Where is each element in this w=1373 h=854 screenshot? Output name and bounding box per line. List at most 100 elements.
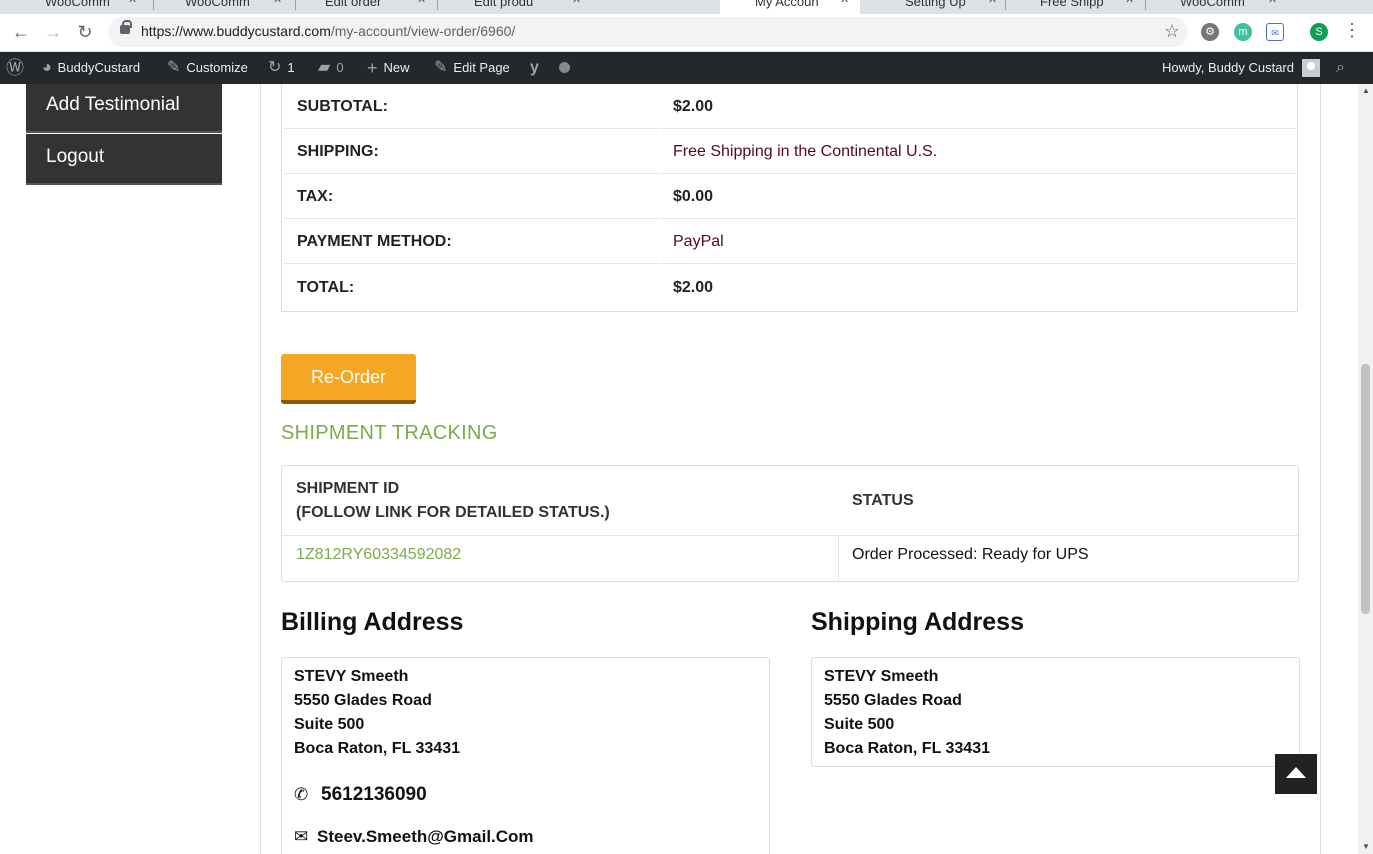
extension-gear-icon[interactable]: ⚙ <box>1201 23 1219 41</box>
scroll-down-arrow-icon[interactable]: ▼ <box>1362 842 1370 851</box>
billing-address-box: STEVY Smeeth 5550 Glades Road Suite 500 … <box>281 657 770 854</box>
tab-divider <box>153 0 154 10</box>
lock-icon <box>120 20 132 34</box>
back-arrow-icon[interactable]: ← <box>9 20 33 44</box>
search-icon[interactable]: ⌕ <box>1336 52 1345 84</box>
tab-title: WooComm <box>185 0 250 9</box>
shipment-id-header-line1: SHIPMENT ID <box>296 480 400 497</box>
edit-page-label: Edit Page <box>453 60 510 75</box>
close-icon[interactable]: ✕ <box>840 0 849 6</box>
browser-tab[interactable]: Free Shipp ✕ <box>1013 0 1143 14</box>
extension-card-icon[interactable]: ✉ <box>1266 23 1284 41</box>
bookmark-star-icon[interactable]: ☆ <box>1164 21 1180 42</box>
new-label: New <box>383 60 410 75</box>
browser-tab[interactable]: WooComm ✕ <box>20 0 140 14</box>
shipping-line1: 5550 Glades Road <box>824 692 962 709</box>
subtotal-label: SUBTOTAL: <box>284 86 658 129</box>
yoast-icon[interactable]: y <box>530 52 545 84</box>
new-content-link[interactable]: + New <box>367 52 410 84</box>
url-host: https://www.buddycustard.com <box>141 23 331 39</box>
howdy-greeting[interactable]: Howdy, Buddy Custard <box>1162 52 1294 84</box>
browser-tab-strip: WooComm ✕ WooComm ✕ Edit order ✕ Edit pr… <box>0 0 1373 14</box>
page-scrollbar[interactable]: ▲ ▼ <box>1358 84 1373 854</box>
more-menu-icon[interactable]: ⋮ <box>1343 20 1361 41</box>
table-row: TAX: $0.00 <box>284 176 1295 219</box>
pencil-icon: ✎ <box>434 59 448 76</box>
browser-tab-active[interactable]: My Accoun ✕ <box>720 0 860 14</box>
sidebar-item-add-testimonial[interactable]: Add Testimonial <box>26 84 222 133</box>
billing-address-title: Billing Address <box>281 608 464 636</box>
updates-count: 1 <box>287 60 295 75</box>
browser-tab[interactable]: Edit order ✕ <box>300 0 430 14</box>
profile-avatar[interactable]: S <box>1310 23 1328 41</box>
sidebar-item-label: Logout <box>46 146 105 167</box>
billing-email: Steev.Smeeth@Gmail.Com <box>317 827 534 846</box>
table-row: TOTAL: $2.00 <box>284 266 1295 309</box>
updates-link[interactable]: ↻ 1 <box>268 52 295 84</box>
forward-arrow-icon[interactable]: → <box>41 20 65 44</box>
close-icon[interactable]: ✕ <box>128 0 137 6</box>
user-avatar-icon[interactable] <box>1302 59 1320 77</box>
table-row: SUBTOTAL: $2.00 <box>284 86 1295 129</box>
close-icon[interactable]: ✕ <box>417 0 426 6</box>
order-totals-table: SUBTOTAL: $2.00 SHIPPING: Free Shipping … <box>281 84 1298 312</box>
scrollbar-thumb[interactable] <box>1361 364 1370 614</box>
edit-page-link[interactable]: ✎ Edit Page <box>434 52 510 84</box>
shipping-city: Boca Raton, FL 33431 <box>824 740 990 757</box>
updates-icon: ↻ <box>268 59 282 76</box>
reorder-button[interactable]: Re-Order <box>281 354 416 404</box>
billing-line1: 5550 Glades Road <box>294 692 432 709</box>
profile-initial: S <box>1315 26 1323 38</box>
url-text: https://www.buddycustard.com/my-account/… <box>141 23 515 39</box>
scroll-up-arrow-icon[interactable]: ▲ <box>1362 86 1370 95</box>
comment-icon: ▰ <box>318 59 331 76</box>
browser-tab[interactable]: Setting Up ✕ <box>870 0 1005 14</box>
shipping-address-title: Shipping Address <box>811 608 1024 636</box>
shipment-id-header: SHIPMENT ID (FOLLOW LINK FOR DETAILED ST… <box>296 477 610 525</box>
scroll-to-top-button[interactable] <box>1275 754 1317 794</box>
sidebar-item-label: Add Testimonial <box>46 94 180 115</box>
comments-count: 0 <box>336 60 344 75</box>
dashboard-icon: ◕ <box>42 59 52 76</box>
browser-tab[interactable]: Edit produ ✕ <box>444 0 584 14</box>
column-divider <box>838 536 839 582</box>
tab-divider <box>437 0 438 10</box>
shipment-id-link[interactable]: 1Z812RY60334592082 <box>296 546 461 564</box>
tab-title: WooComm <box>45 0 110 9</box>
tab-title: Free Shipp <box>1040 0 1104 9</box>
extension-m-icon[interactable]: m <box>1234 23 1252 41</box>
close-icon[interactable]: ✕ <box>1125 0 1134 6</box>
browser-tab[interactable]: WooComm ✕ <box>1155 0 1285 14</box>
browser-toolbar: ← → ↻ https://www.buddycustard.com/my-ac… <box>0 14 1373 52</box>
wordpress-logo-icon[interactable]: Ⓦ <box>6 52 30 84</box>
address-bar[interactable]: https://www.buddycustard.com/my-account/… <box>108 17 1188 47</box>
subtotal-value: $2.00 <box>660 86 1295 129</box>
customize-label: Customize <box>186 60 248 75</box>
tab-divider <box>295 0 296 10</box>
close-icon[interactable]: ✕ <box>572 0 581 6</box>
tax-value: $0.00 <box>660 176 1295 219</box>
tab-title: My Accoun <box>755 0 819 9</box>
extension-m-label: m <box>1238 26 1248 38</box>
billing-email-line: ✉ Steev.Smeeth@Gmail.Com <box>294 825 757 849</box>
site-name-link[interactable]: ◕ BuddyCustard <box>42 52 140 84</box>
reload-icon[interactable]: ↻ <box>73 20 97 44</box>
close-icon[interactable]: ✕ <box>273 0 282 6</box>
customize-link[interactable]: ✎ Customize <box>167 52 248 84</box>
shipment-id-header-line2: (FOLLOW LINK FOR DETAILED STATUS.) <box>296 504 610 521</box>
total-value: $2.00 <box>673 278 714 296</box>
url-path: /my-account/view-order/6960/ <box>330 23 516 39</box>
tax-label: TAX: <box>284 176 658 219</box>
tab-divider <box>1005 0 1006 10</box>
shipping-value: Free Shipping in the Continental U.S. <box>660 131 1295 174</box>
shipping-name: STEVY Smeeth <box>824 668 939 685</box>
sidebar-item-logout[interactable]: Logout <box>26 134 222 185</box>
comments-link[interactable]: ▰ 0 <box>318 52 344 84</box>
browser-tab[interactable]: WooComm ✕ <box>160 0 282 14</box>
close-icon[interactable]: ✕ <box>988 0 997 6</box>
close-icon[interactable]: ✕ <box>1268 0 1277 6</box>
billing-city: Boca Raton, FL 33431 <box>294 740 460 757</box>
payment-method-value: PayPal <box>660 221 1295 264</box>
table-row: SHIPPING: Free Shipping in the Continent… <box>284 131 1295 174</box>
plus-icon: + <box>367 58 378 78</box>
